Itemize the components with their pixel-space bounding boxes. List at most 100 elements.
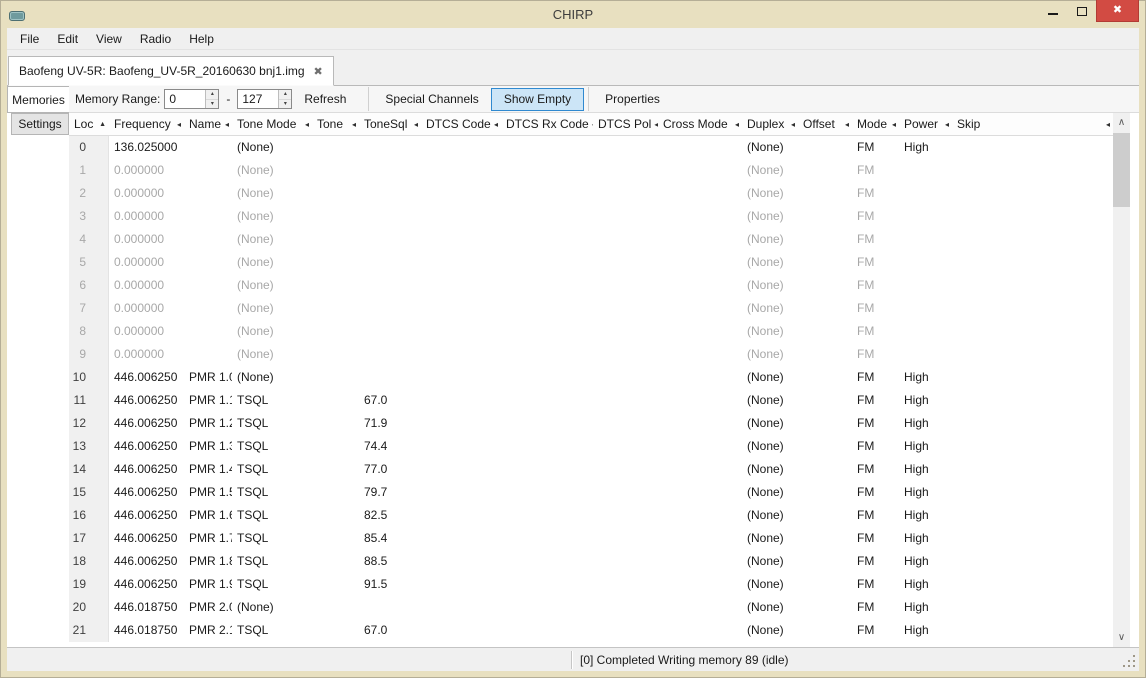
cell-tone_mode-7[interactable]: (None) [232,297,312,320]
cell-name-19[interactable]: PMR 1.9 [184,573,232,596]
grid-header-mode[interactable]: Mode◂ [852,113,899,135]
cell-power-15[interactable]: High [899,481,952,504]
cell-dtcs_rx_code-9[interactable] [501,343,593,366]
cell-frequency-3[interactable]: 0.000000 [109,205,184,228]
cell-mode-12[interactable]: FM [852,412,899,435]
cell-frequency-17[interactable]: 446.006250 [109,527,184,550]
cell-skip-13[interactable] [952,435,1113,458]
cell-name-20[interactable]: PMR 2.0 [184,596,232,619]
cell-duplex-15[interactable]: (None) [742,481,798,504]
cell-skip-17[interactable] [952,527,1113,550]
cell-mode-14[interactable]: FM [852,458,899,481]
cell-cross_mode-4[interactable] [658,228,742,251]
cell-skip-16[interactable] [952,504,1113,527]
cell-skip-6[interactable] [952,274,1113,297]
cell-mode-8[interactable]: FM [852,320,899,343]
cell-cross_mode-9[interactable] [658,343,742,366]
cell-dtcs_rx_code-13[interactable] [501,435,593,458]
cell-frequency-8[interactable]: 0.000000 [109,320,184,343]
cell-loc-9[interactable]: 9 [69,343,109,366]
cell-tone_mode-2[interactable]: (None) [232,182,312,205]
cell-loc-8[interactable]: 8 [69,320,109,343]
cell-name-13[interactable]: PMR 1.3 [184,435,232,458]
cell-tonesql-20[interactable] [359,596,421,619]
cell-duplex-2[interactable]: (None) [742,182,798,205]
cell-dtcs_rx_code-3[interactable] [501,205,593,228]
cell-cross_mode-7[interactable] [658,297,742,320]
cell-tonesql-11[interactable]: 67.0 [359,389,421,412]
cell-name-2[interactable] [184,182,232,205]
cell-power-8[interactable] [899,320,952,343]
cell-duplex-20[interactable]: (None) [742,596,798,619]
cell-mode-7[interactable]: FM [852,297,899,320]
cell-name-7[interactable] [184,297,232,320]
cell-frequency-18[interactable]: 446.006250 [109,550,184,573]
cell-frequency-21[interactable]: 446.018750 [109,619,184,642]
cell-tonesql-13[interactable]: 74.4 [359,435,421,458]
cell-dtcs_rx_code-5[interactable] [501,251,593,274]
cell-dtcs_code-12[interactable] [421,412,501,435]
cell-skip-8[interactable] [952,320,1113,343]
resize-grip[interactable] [1133,665,1135,667]
cell-frequency-1[interactable]: 0.000000 [109,159,184,182]
cell-tone_mode-13[interactable]: TSQL [232,435,312,458]
cell-offset-20[interactable] [798,596,852,619]
cell-cross_mode-11[interactable] [658,389,742,412]
cell-dtcs_code-14[interactable] [421,458,501,481]
cell-offset-2[interactable] [798,182,852,205]
cell-duplex-14[interactable]: (None) [742,458,798,481]
cell-tone_mode-12[interactable]: TSQL [232,412,312,435]
cell-mode-21[interactable]: FM [852,619,899,642]
cell-tone_mode-5[interactable]: (None) [232,251,312,274]
cell-loc-14[interactable]: 14 [69,458,109,481]
cell-offset-9[interactable] [798,343,852,366]
cell-frequency-0[interactable]: 136.025000 [109,136,184,159]
cell-tone_mode-15[interactable]: TSQL [232,481,312,504]
cell-skip-4[interactable] [952,228,1113,251]
cell-tone_mode-8[interactable]: (None) [232,320,312,343]
cell-mode-20[interactable]: FM [852,596,899,619]
tab-close-icon[interactable]: ✖ [314,65,323,78]
cell-skip-21[interactable] [952,619,1113,642]
cell-mode-13[interactable]: FM [852,435,899,458]
grid-header-loc[interactable]: Loc▲ [69,113,109,135]
cell-cross_mode-20[interactable] [658,596,742,619]
cell-skip-19[interactable] [952,573,1113,596]
cell-name-12[interactable]: PMR 1.2 [184,412,232,435]
tab-memories[interactable]: Memories [7,86,69,113]
cell-tone-20[interactable] [312,596,359,619]
cell-dtcs_code-6[interactable] [421,274,501,297]
spin-down-icon[interactable]: ▾ [206,100,218,109]
cell-dtcs_rx_code-2[interactable] [501,182,593,205]
menu-edit[interactable]: Edit [48,28,87,49]
cell-name-17[interactable]: PMR 1.7 [184,527,232,550]
cell-tone-2[interactable] [312,182,359,205]
menu-help[interactable]: Help [180,28,223,49]
cell-dtcs_pol-15[interactable] [593,481,658,504]
grid-header-dtcs_pol[interactable]: DTCS Pol◂ [593,113,658,135]
grid-header-duplex[interactable]: Duplex◂ [742,113,798,135]
cell-tone-17[interactable] [312,527,359,550]
cell-tone-7[interactable] [312,297,359,320]
cell-frequency-6[interactable]: 0.000000 [109,274,184,297]
close-button[interactable]: ✖ [1096,0,1139,22]
cell-dtcs_code-2[interactable] [421,182,501,205]
cell-cross_mode-6[interactable] [658,274,742,297]
cell-dtcs_code-7[interactable] [421,297,501,320]
cell-duplex-3[interactable]: (None) [742,205,798,228]
cell-dtcs_pol-18[interactable] [593,550,658,573]
cell-loc-5[interactable]: 5 [69,251,109,274]
cell-dtcs_code-10[interactable] [421,366,501,389]
grid-header-frequency[interactable]: Frequency◂ [109,113,184,135]
cell-duplex-0[interactable]: (None) [742,136,798,159]
cell-dtcs_pol-1[interactable] [593,159,658,182]
cell-tonesql-8[interactable] [359,320,421,343]
cell-tonesql-15[interactable]: 79.7 [359,481,421,504]
cell-offset-4[interactable] [798,228,852,251]
cell-dtcs_code-1[interactable] [421,159,501,182]
cell-offset-11[interactable] [798,389,852,412]
cell-tone-13[interactable] [312,435,359,458]
cell-offset-8[interactable] [798,320,852,343]
cell-dtcs_rx_code-0[interactable] [501,136,593,159]
cell-dtcs_pol-16[interactable] [593,504,658,527]
